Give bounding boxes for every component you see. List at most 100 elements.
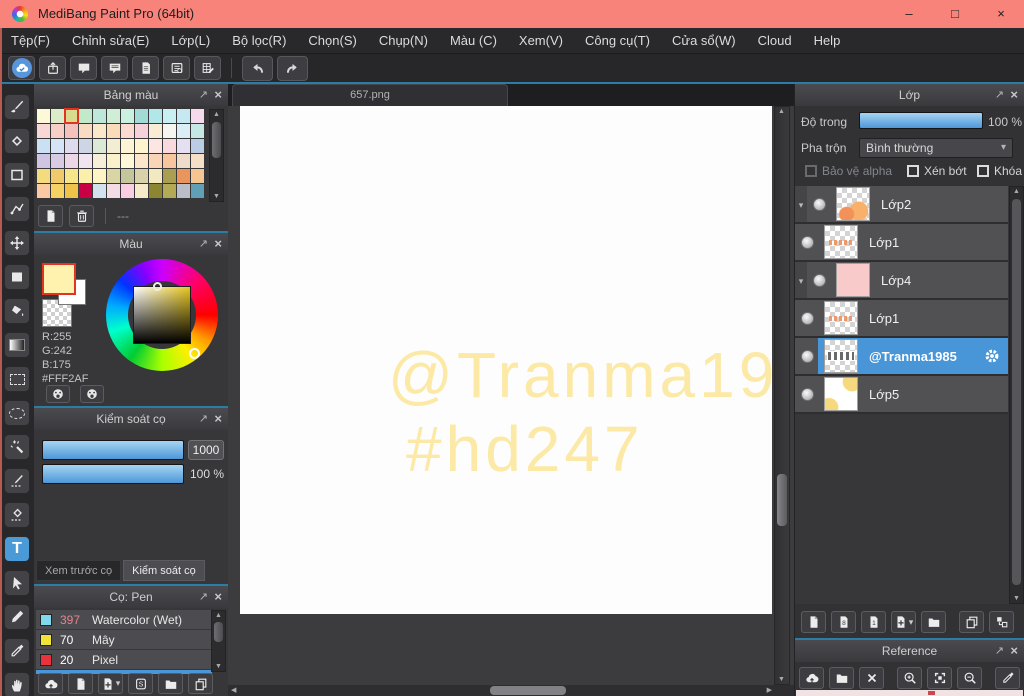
color-wheel[interactable] [106,259,218,371]
canvas-vertical-scrollbar[interactable]: ▲ ▼ [774,106,790,685]
scroll-down-icon[interactable]: ▼ [210,193,223,200]
brush-size-value[interactable]: 1000 [188,440,224,460]
palette-swatch[interactable] [37,184,50,198]
palette-swatch[interactable] [191,124,204,138]
palette-swatch[interactable] [65,154,78,168]
palette-swatch[interactable] [149,124,162,138]
palette-swatch[interactable] [121,154,134,168]
palette-swatch[interactable] [79,154,92,168]
palette-swatch[interactable] [37,154,50,168]
layer-visibility-toggle[interactable] [801,387,814,401]
layer-row-main[interactable]: Lớp1 [818,300,1008,336]
scroll-down-icon[interactable]: ▼ [212,663,225,670]
tab-brush-preview[interactable]: Xem trước cọ [36,560,122,581]
brush-script-button[interactable]: S [128,673,153,694]
palette-swatch[interactable] [79,139,92,153]
canvas-settings-button[interactable] [194,56,221,80]
brush-size-slider[interactable] [42,440,184,460]
menu-item[interactable]: Tệp(F) [0,28,61,53]
palette-swatch[interactable] [191,109,204,123]
palette-swatch[interactable] [37,139,50,153]
palette-swatch[interactable] [163,124,176,138]
popout-icon[interactable]: ↗ [995,84,1004,106]
fit-button[interactable] [927,667,952,689]
palette-swatch[interactable] [51,154,64,168]
brush-item[interactable]: 70 Mây [36,630,212,650]
palette-swatch[interactable] [121,184,134,198]
layer-row[interactable]: Lớp1 [795,300,1008,338]
menu-item[interactable]: Xem(V) [508,28,574,53]
palette-swatch[interactable] [51,124,64,138]
layer-row-main[interactable]: Lớp2 [830,186,1008,222]
curve-tool[interactable] [4,196,30,222]
layer-row-main[interactable]: Lớp4 [830,262,1008,298]
palette-swatch[interactable] [177,184,190,198]
palette-swatch[interactable] [135,139,148,153]
eraser-tool[interactable] [4,128,30,154]
palette-swatch[interactable] [163,109,176,123]
hand-tool[interactable] [4,672,30,696]
palette-swatch[interactable] [177,154,190,168]
layer-visibility-toggle[interactable] [801,349,814,363]
close-icon[interactable]: × [214,233,222,255]
layer-visibility-toggle[interactable] [801,311,814,325]
bucket-tool[interactable] [4,298,30,324]
add-layer-button[interactable] [801,611,826,633]
zoom-out-button[interactable] [957,667,982,689]
palette-swatch[interactable] [191,169,204,183]
brush-scrollbar[interactable]: ▲ ▼ [211,610,226,672]
palette-scrollbar[interactable]: ▲ ▼ [209,109,224,202]
layer-visibility-toggle[interactable] [813,273,826,287]
menu-item[interactable]: Chỉnh sửa(E) [61,28,160,53]
reference-open-button[interactable] [829,667,854,689]
popout-icon[interactable]: ↗ [199,84,208,106]
palette-swatch[interactable] [107,139,120,153]
shape-tool[interactable] [4,162,30,188]
scroll-right-icon[interactable]: ▶ [767,685,772,696]
layer-row[interactable]: ▾ Lớp2 [795,186,1008,224]
scroll-thumb[interactable] [212,122,221,158]
brush-opacity-slider[interactable] [42,464,184,484]
palette-swatch[interactable] [149,139,162,153]
blend-mode-dropdown[interactable]: Bình thường ▾ [859,138,1013,158]
add-color-button[interactable] [38,205,63,227]
scroll-left-icon[interactable]: ◀ [231,685,236,696]
layer-row[interactable]: @Tranma1985 [795,338,1008,376]
brush-item[interactable]: 397 Watercolor (Wet) [36,610,212,630]
brush-cloud-button[interactable] [38,673,63,694]
scroll-up-icon[interactable]: ▲ [210,111,223,118]
canvas[interactable]: @Tranma19 #hd247 [240,106,772,614]
popout-icon[interactable]: ↗ [199,408,208,430]
palette-swatch[interactable] [79,169,92,183]
sv-marker[interactable] [153,282,162,291]
select-tool[interactable] [4,366,30,392]
layer-visibility-toggle[interactable] [801,235,814,249]
maximize-button[interactable]: □ [932,0,978,28]
merge-layer-button[interactable] [989,611,1014,633]
palette-swatch[interactable] [65,184,78,198]
scroll-down-icon[interactable]: ▼ [775,676,788,683]
palette-swatch[interactable] [37,124,50,138]
popout-icon[interactable]: ↗ [199,586,208,608]
palette-swatch[interactable] [65,169,78,183]
close-icon[interactable]: × [1010,84,1018,106]
scroll-up-icon[interactable]: ▲ [775,108,788,115]
palette-swatch[interactable] [135,109,148,123]
palette-swatch[interactable] [121,169,134,183]
checkbox-icon[interactable] [805,165,817,177]
fill-shape-tool[interactable] [4,264,30,290]
layer-scrollbar[interactable]: ▲ ▼ [1009,186,1024,604]
history-button[interactable] [163,56,190,80]
palette-swatch[interactable] [107,124,120,138]
menu-item[interactable]: Công cụ(T) [574,28,661,53]
palette-swatch[interactable] [135,184,148,198]
minimize-button[interactable]: – [886,0,932,28]
palette-swatch[interactable] [51,109,64,123]
palette-swatch[interactable] [163,139,176,153]
add-folder-button[interactable] [921,611,946,633]
layer-opacity-slider[interactable] [859,112,983,129]
brush-item[interactable]: 20 Pixel [36,650,212,670]
scroll-thumb[interactable] [777,474,787,526]
palette-swatch[interactable] [107,169,120,183]
chat-button[interactable] [70,56,97,80]
